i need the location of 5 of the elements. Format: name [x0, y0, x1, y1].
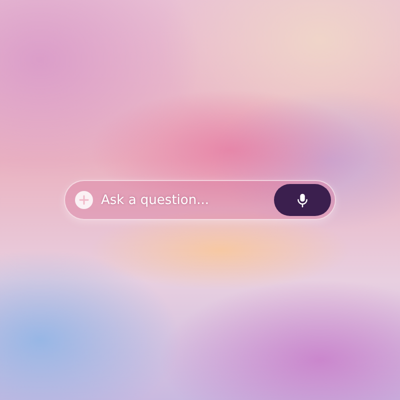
microphone-button[interactable] — [274, 184, 331, 216]
microphone-icon — [297, 192, 308, 208]
question-input[interactable]: Ask a question... — [101, 190, 266, 210]
plus-icon — [75, 191, 93, 209]
question-field[interactable]: Ask a question... — [64, 180, 336, 220]
